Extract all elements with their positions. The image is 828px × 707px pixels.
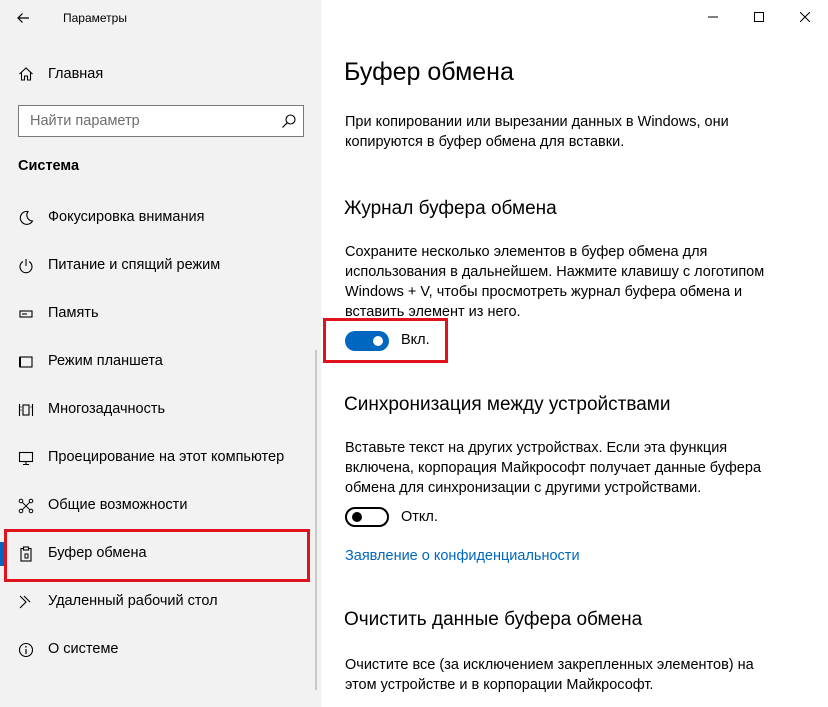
highlight-box-nav: [4, 529, 310, 582]
sync-description: Вставьте текст на других устройствах. Ес…: [345, 440, 762, 496]
sidebar-item-focus-assist[interactable]: Фокусировка внимания: [0, 198, 321, 238]
search-box[interactable]: [18, 105, 304, 137]
maximize-button[interactable]: [736, 0, 782, 34]
sidebar-item-multitasking[interactable]: Многозадачность: [0, 390, 321, 430]
clear-description: Очистите все (за исключением закрепленны…: [345, 657, 754, 693]
section-title: Система: [18, 158, 80, 174]
toggle-knob: [352, 512, 362, 522]
app-title: Параметры: [63, 11, 127, 25]
main-content: Буфер обмена При копировании или вырезан…: [321, 0, 828, 707]
projection-icon: [18, 451, 34, 466]
tablet-icon: [19, 356, 33, 368]
back-arrow-icon: [17, 13, 29, 23]
home-icon: [19, 67, 33, 81]
sync-toggle-label: Откл.: [401, 509, 438, 525]
home-nav-item[interactable]: Главная: [0, 56, 321, 92]
sidebar-item-label: Удаленный рабочий стол: [48, 593, 218, 609]
sidebar-item-label: Режим планшета: [48, 353, 163, 369]
sidebar-item-label: Общие возможности: [48, 497, 188, 513]
privacy-statement-link[interactable]: Заявление о конфиденциальности: [345, 548, 580, 564]
minimize-button[interactable]: [690, 0, 736, 34]
info-icon: [18, 642, 34, 658]
sidebar-item-power-sleep[interactable]: Питание и спящий режим: [0, 246, 321, 286]
home-label: Главная: [48, 66, 104, 82]
minimize-icon: [708, 16, 718, 18]
scrollbar[interactable]: [315, 350, 317, 690]
sidebar-item-label: Проецирование на этот компьютер: [48, 449, 285, 465]
sidebar-item-tablet-mode[interactable]: Режим планшета: [0, 342, 321, 382]
titlebar-left: Параметры: [0, 0, 321, 36]
search-icon[interactable]: [281, 113, 297, 129]
intro-text: При копировании или вырезании данных в W…: [345, 114, 729, 150]
page-title: Буфер обмена: [344, 58, 514, 86]
multitask-icon: [18, 404, 34, 416]
sidebar-item-shared-experiences[interactable]: Общие возможности: [0, 486, 321, 526]
storage-icon: [19, 310, 33, 318]
power-icon: [19, 259, 33, 274]
sidebar-item-label: Фокусировка внимания: [48, 209, 205, 225]
search-input[interactable]: [20, 107, 270, 135]
sidebar-item-label: Память: [48, 305, 99, 321]
history-description: Сохраните несколько элементов в буфер об…: [345, 244, 765, 320]
maximize-icon: [754, 12, 764, 22]
sidebar-item-storage[interactable]: Память: [0, 294, 321, 334]
sidebar-item-about[interactable]: О системе: [0, 630, 321, 670]
sidebar-item-label: О системе: [48, 641, 119, 657]
back-button[interactable]: [8, 4, 38, 32]
sidebar-item-remote-desktop[interactable]: Удаленный рабочий стол: [0, 582, 321, 622]
highlight-box-toggle: [323, 318, 448, 363]
sync-toggle[interactable]: [345, 507, 389, 527]
close-button[interactable]: [782, 0, 828, 34]
remote-desktop-icon: [19, 595, 31, 609]
shared-icon: [18, 498, 34, 514]
sidebar: Параметры Главная Система Фокусировка вн…: [0, 0, 321, 707]
sidebar-item-label: Многозадачность: [48, 401, 166, 417]
sync-heading: Синхронизация между устройствами: [344, 394, 671, 415]
clear-heading: Очистить данные буфера обмена: [344, 609, 643, 630]
history-heading: Журнал буфера обмена: [344, 198, 557, 219]
close-icon: [800, 12, 810, 22]
moon-icon: [19, 210, 34, 225]
sidebar-item-label: Питание и спящий режим: [48, 257, 221, 273]
sidebar-item-projecting[interactable]: Проецирование на этот компьютер: [0, 438, 321, 478]
